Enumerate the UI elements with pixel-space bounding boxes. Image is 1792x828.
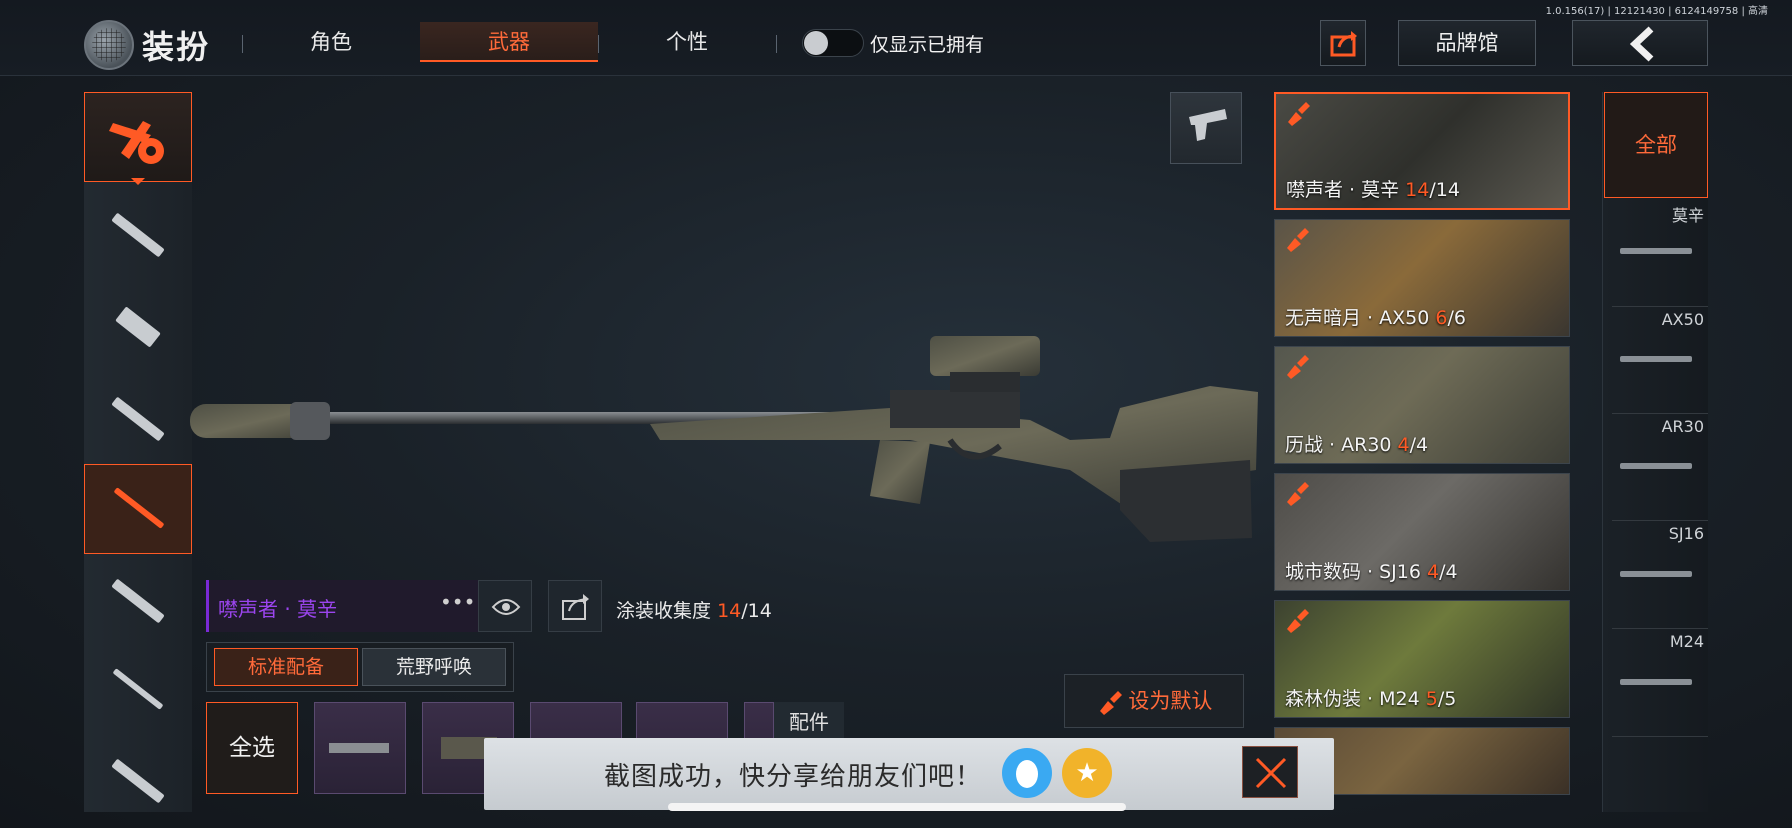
tab-weapon[interactable]: 武器 (420, 22, 598, 62)
weapon-skin-category-icon (109, 121, 164, 164)
skin-card[interactable]: 森林伪装 · M24 5/5 (1274, 600, 1570, 718)
shotgun-icon (112, 668, 164, 710)
rail-item-dmr[interactable] (84, 374, 192, 464)
qzone-share-icon[interactable]: ★ (1062, 748, 1112, 798)
rifle-silhouette-icon (1620, 248, 1692, 254)
paint-brush-icon (1288, 102, 1310, 126)
tab-wild-call[interactable]: 荒野呼唤 (362, 648, 506, 686)
weapon-model-column (1602, 92, 1708, 812)
weapon-model[interactable] (190, 320, 1260, 550)
category-label[interactable]: M24 (1620, 632, 1704, 651)
divider (1612, 736, 1708, 737)
version-text: 1.0.156(17) | 12121430 | 6124149758 | 高清 (1545, 6, 1768, 17)
divider (776, 35, 777, 53)
share-icon (562, 594, 589, 620)
rail-item-shotgun[interactable] (84, 646, 192, 736)
rail-item-lmg[interactable] (84, 736, 192, 812)
ak-icon (111, 578, 165, 624)
back-button[interactable] (1572, 20, 1708, 66)
skin-card[interactable]: 噤声者 · 莫辛 14/14 (1274, 92, 1570, 210)
skin-card[interactable]: 城市数码 · SJ16 4/4 (1274, 473, 1570, 591)
select-all-button[interactable]: 全选 (206, 702, 298, 794)
toggle-knob (804, 31, 828, 55)
suppressor-thumbnail (329, 743, 389, 753)
skin-card[interactable]: 无声暗月 · AX50 6/6 (1274, 219, 1570, 337)
divider (1612, 306, 1708, 307)
rifle-silhouette-icon (1620, 679, 1692, 685)
rifle-silhouette-icon (1620, 571, 1692, 577)
sidearm-view-button[interactable] (1170, 92, 1242, 164)
skin-name: 城市数码 · SJ16 4/4 (1285, 561, 1458, 583)
page-title: 装扮 (142, 28, 211, 66)
paint-brush-icon (1287, 482, 1309, 506)
smg-icon (115, 306, 161, 348)
sniper-icon (113, 487, 165, 529)
category-label[interactable]: AX50 (1620, 310, 1704, 329)
paint-brush-icon (1287, 355, 1309, 379)
rail-item-smg[interactable] (84, 282, 192, 372)
share-button[interactable] (1320, 20, 1366, 66)
qq-share-icon[interactable] (1002, 748, 1052, 798)
owned-only-label: 仅显示已拥有 (870, 34, 985, 56)
divider (1612, 628, 1708, 629)
home-indicator[interactable] (668, 803, 1126, 811)
category-label[interactable]: AR30 (1620, 417, 1704, 436)
attachments-label[interactable]: 配件 (774, 702, 844, 742)
collection-progress: 涂装收集度 14/14 (616, 600, 772, 622)
pistol-icon (1189, 109, 1227, 141)
divider (1612, 413, 1708, 414)
category-label[interactable]: SJ16 (1620, 524, 1704, 543)
rail-item-assault-rifle[interactable] (84, 190, 192, 280)
rail-item-ak[interactable] (84, 556, 192, 646)
paint-brush-icon (1099, 691, 1122, 715)
more-options-icon[interactable]: ••• (440, 590, 475, 614)
rifle-silhouette-icon (1620, 356, 1692, 362)
dmr-icon (111, 396, 165, 442)
globe-logo-icon (84, 20, 134, 70)
tab-standard-loadout[interactable]: 标准配备 (214, 648, 358, 686)
paint-brush-icon (1287, 228, 1309, 252)
rail-item-sniper[interactable] (84, 464, 192, 554)
preview-button[interactable] (478, 580, 532, 632)
category-all[interactable]: 全部 (1604, 92, 1708, 198)
skin-name: 森林伪装 · M24 5/5 (1285, 688, 1457, 710)
skin-card[interactable]: 历战 · AR30 4/4 (1274, 346, 1570, 464)
toast-message: 截图成功，快分享给朋友们吧！ (604, 762, 983, 792)
category-label[interactable]: 莫辛 (1620, 202, 1704, 226)
eye-icon (491, 599, 521, 615)
attachment-slot[interactable] (314, 702, 406, 794)
brand-hall-button[interactable]: 品牌馆 (1398, 20, 1536, 66)
set-default-button[interactable]: 设为默认 (1064, 674, 1244, 728)
rifle-silhouette-icon (1620, 463, 1692, 469)
share-skin-button[interactable] (548, 580, 602, 632)
lmg-icon (111, 758, 165, 804)
tab-personality[interactable]: 个性 (598, 22, 776, 62)
divider (1612, 520, 1708, 521)
rail-selected-caret (131, 178, 145, 185)
skin-name: 历战 · AR30 4/4 (1285, 434, 1429, 456)
tab-role[interactable]: 角色 (242, 22, 420, 62)
skin-name: 噤声者 · 莫辛 14/14 (1286, 179, 1460, 201)
back-arrow-icon (1629, 26, 1654, 62)
paint-brush-icon (1287, 609, 1309, 633)
skin-name: 无声暗月 · AX50 6/6 (1285, 307, 1466, 329)
rail-item-weapon-category[interactable] (84, 92, 192, 182)
share-icon (1330, 31, 1357, 57)
weapon-skin-name: 噤声者 · 莫辛 (218, 597, 338, 621)
rifle-icon (111, 212, 165, 258)
close-icon (1255, 757, 1287, 789)
set-default-label: 设为默认 (1128, 689, 1213, 713)
toast-close-button[interactable] (1242, 746, 1298, 798)
penguin-icon (1016, 760, 1038, 788)
